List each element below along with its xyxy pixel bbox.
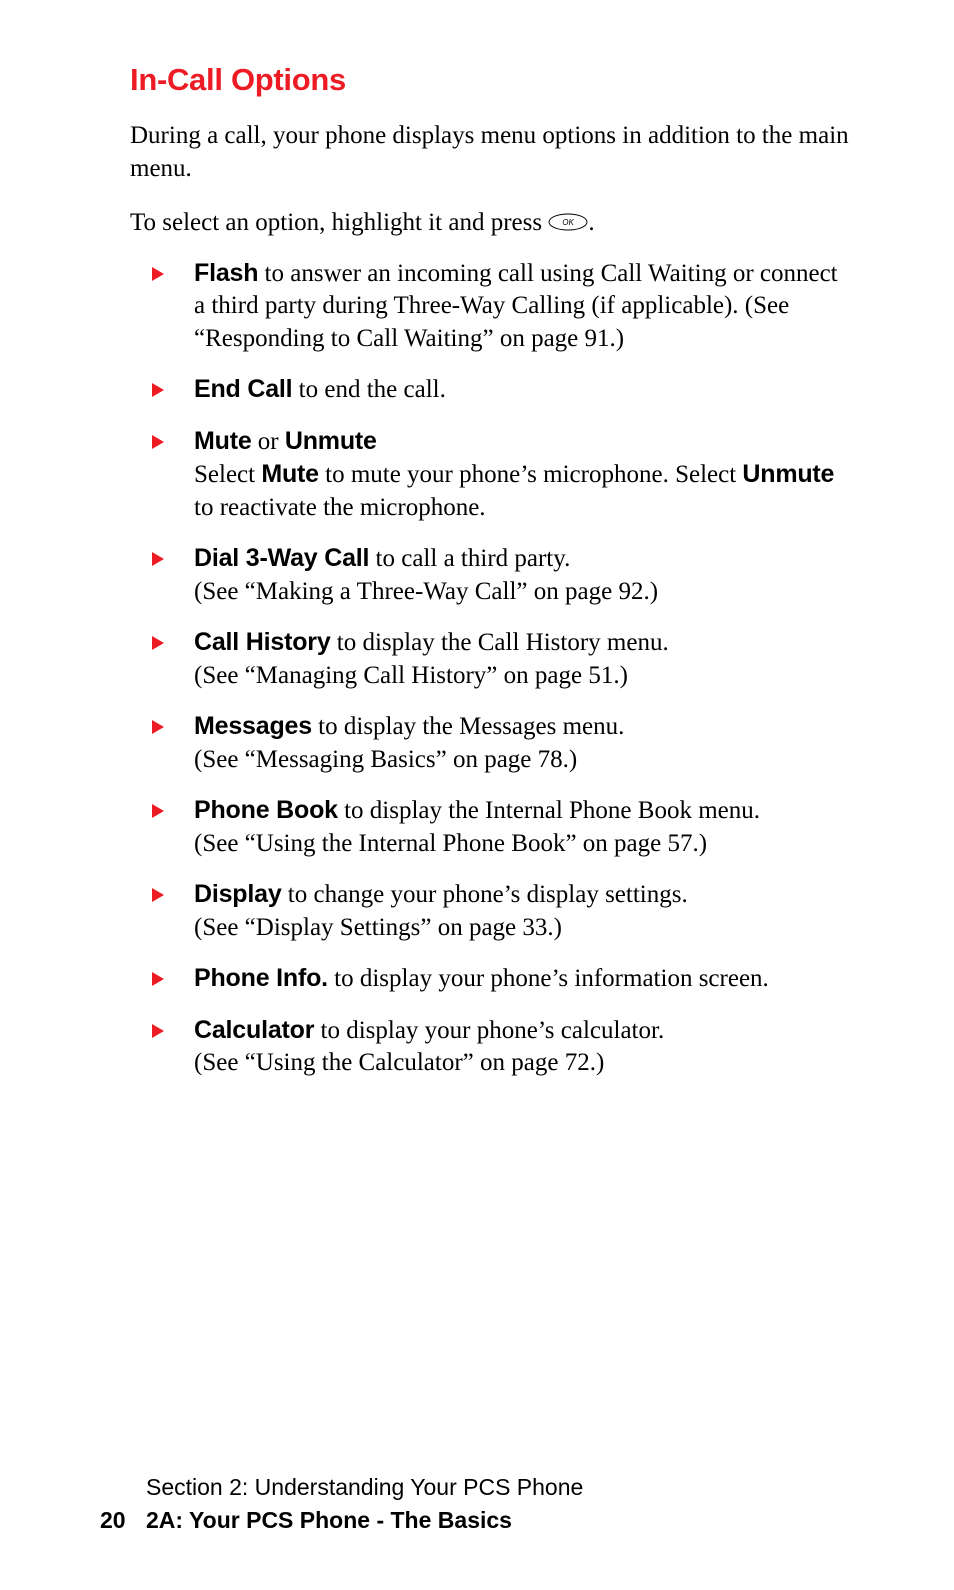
- options-list: Flash to answer an incoming call using C…: [152, 257, 854, 1080]
- option-text: Select: [194, 461, 261, 488]
- option-label: Messages: [194, 712, 312, 740]
- section-heading: In-Call Options: [130, 62, 854, 98]
- option-label: Phone Info.: [194, 964, 328, 992]
- option-text: to answer an incoming call using Call Wa…: [194, 260, 838, 352]
- list-item: Phone Book to display the Internal Phone…: [152, 794, 854, 860]
- option-text: to end the call.: [292, 376, 445, 403]
- option-text: to reactivate the microphone.: [194, 494, 486, 521]
- list-item: Phone Info. to display your phone’s info…: [152, 962, 854, 996]
- option-label: Phone Book: [194, 796, 338, 824]
- option-label: Call History: [194, 628, 331, 656]
- page: In-Call Options During a call, your phon…: [0, 0, 954, 1590]
- footer-chapter: 2A: Your PCS Phone - The Basics: [146, 1507, 512, 1533]
- option-text: to display your phone’s information scre…: [328, 965, 769, 992]
- option-label: Mute: [261, 460, 319, 488]
- option-label: End Call: [194, 375, 292, 403]
- footer-section: Section 2: Understanding Your PCS Phone: [146, 1474, 854, 1501]
- list-item: Mute or Unmute Select Mute to mute your …: [152, 425, 854, 525]
- option-label: Flash: [194, 259, 258, 287]
- option-text: to mute your phone’s microphone. Select: [319, 461, 743, 488]
- list-item: End Call to end the call.: [152, 373, 854, 407]
- lead-paragraph: To select an option, highlight it and pr…: [130, 207, 854, 241]
- option-label: Mute: [194, 427, 252, 455]
- page-number: 20: [100, 1507, 146, 1534]
- option-label: Display: [194, 880, 282, 908]
- lead-text-after: .: [588, 209, 594, 236]
- list-item: Dial 3-Way Call to call a third party. (…: [152, 542, 854, 608]
- option-label: Dial 3-Way Call: [194, 544, 369, 572]
- list-item: Calculator to display your phone’s calcu…: [152, 1014, 854, 1080]
- option-label: Calculator: [194, 1016, 314, 1044]
- list-item: Display to change your phone’s display s…: [152, 878, 854, 944]
- list-item: Flash to answer an incoming call using C…: [152, 257, 854, 356]
- list-item: Call History to display the Call History…: [152, 626, 854, 692]
- list-item: Messages to display the Messages menu. (…: [152, 710, 854, 776]
- intro-paragraph: During a call, your phone displays menu …: [130, 120, 854, 185]
- svg-text:OK: OK: [563, 218, 575, 227]
- option-label: Unmute: [742, 460, 834, 488]
- option-text: or: [252, 428, 285, 455]
- option-label: Unmute: [285, 427, 377, 455]
- page-footer: Section 2: Understanding Your PCS Phone …: [100, 1474, 854, 1534]
- lead-text-before: To select an option, highlight it and pr…: [130, 209, 548, 236]
- ok-key-icon: OK: [548, 208, 588, 241]
